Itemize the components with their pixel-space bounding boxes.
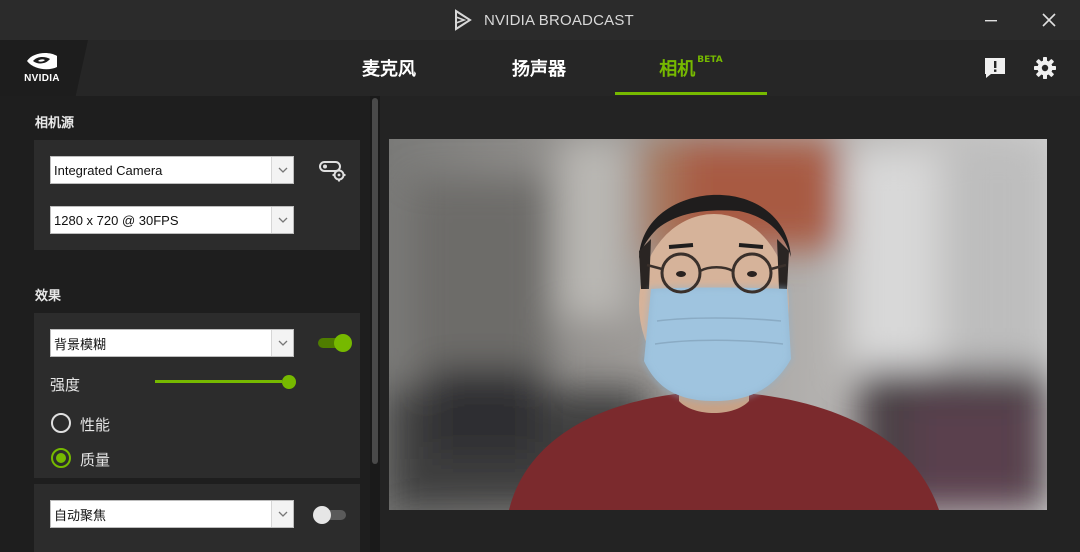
camera-source-heading: 相机源	[35, 116, 75, 131]
radio-quality-label: 质量	[80, 451, 111, 469]
tab-speaker-label: 扬声器	[512, 59, 566, 80]
toggle-knob	[334, 334, 352, 352]
nvidia-eye-icon	[27, 53, 57, 70]
slider-track	[155, 380, 283, 383]
tab-microphone-label: 麦克风	[362, 59, 416, 80]
strength-label: 强度	[50, 376, 81, 394]
resolution-select[interactable]: 1280 x 720 @ 30FPS	[50, 206, 294, 234]
beta-badge: BETA	[697, 55, 723, 65]
tab-camera-label: 相机	[659, 59, 696, 80]
nvidia-wordmark: NVIDIA	[24, 73, 60, 84]
minimize-icon	[985, 20, 997, 22]
camera-settings-icon[interactable]	[318, 158, 348, 184]
radio-quality[interactable]	[51, 448, 71, 468]
chevron-down-icon	[271, 207, 293, 233]
close-icon	[1042, 13, 1056, 27]
tab-speaker[interactable]: 扬声器	[480, 40, 598, 96]
effect-1-toggle[interactable]	[316, 334, 352, 352]
chevron-down-icon	[271, 501, 293, 527]
active-tab-indicator	[615, 92, 767, 95]
minimize-button[interactable]	[966, 4, 1016, 36]
scrollbar-thumb[interactable]	[372, 98, 378, 464]
broadcast-logo-icon	[455, 9, 472, 31]
effect-2-value: 自动聚焦	[54, 507, 107, 523]
strength-slider[interactable]	[155, 374, 297, 390]
feedback-icon	[985, 58, 1005, 78]
gear-icon	[1034, 57, 1056, 79]
toggle-knob	[313, 506, 331, 524]
nvidia-logo: NVIDIA	[18, 50, 66, 86]
camera-preview	[389, 139, 1047, 510]
chevron-down-icon	[271, 157, 293, 183]
camera-device-select[interactable]: Integrated Camera	[50, 156, 294, 184]
settings-button[interactable]	[1031, 54, 1059, 82]
window-title: NVIDIA BROADCAST	[484, 11, 634, 29]
resolution-value: 1280 x 720 @ 30FPS	[54, 212, 179, 228]
close-button[interactable]	[1024, 4, 1074, 36]
camera-device-value: Integrated Camera	[54, 162, 163, 178]
window-title-group: NVIDIA BROADCAST	[452, 9, 634, 31]
chevron-down-icon	[271, 330, 293, 356]
tab-camera[interactable]: 相机 BETA	[615, 40, 767, 96]
slider-handle[interactable]	[282, 375, 297, 389]
feedback-button[interactable]	[981, 54, 1009, 82]
effect-1-value: 背景模糊	[54, 336, 107, 352]
effect-2-toggle[interactable]	[312, 506, 348, 524]
effects-heading: 效果	[35, 289, 62, 304]
tab-microphone[interactable]: 麦克风	[330, 40, 448, 96]
radio-performance[interactable]	[51, 413, 71, 433]
effect-2-select[interactable]: 自动聚焦	[50, 500, 294, 528]
effect-1-select[interactable]: 背景模糊	[50, 329, 294, 357]
radio-performance-label: 性能	[80, 416, 111, 434]
camera-preview-image	[389, 139, 1047, 510]
